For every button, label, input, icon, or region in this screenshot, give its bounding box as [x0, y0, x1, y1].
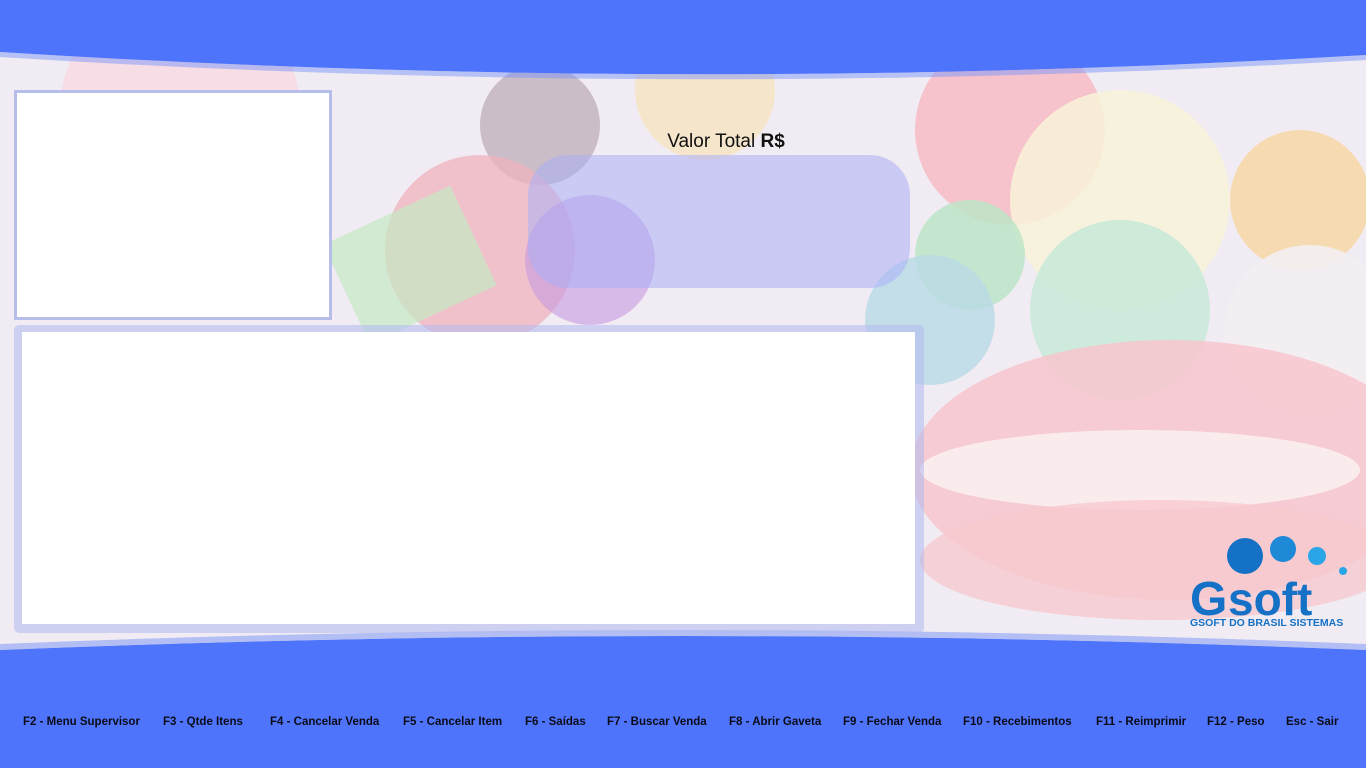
fkey-f3-qtde-itens[interactable]: F3 - Qtde Itens — [163, 716, 243, 728]
fkey-esc-sair[interactable]: Esc - Sair — [1286, 716, 1338, 728]
items-list-frame — [14, 325, 924, 633]
total-value-box — [528, 155, 910, 288]
logo-subtitle: GSOFT DO BRASIL SISTEMAS — [1190, 617, 1344, 629]
fkey-f5-cancelar-item[interactable]: F5 - Cancelar Item — [403, 716, 502, 728]
total-currency: R$ — [760, 131, 785, 152]
items-list[interactable] — [22, 332, 915, 624]
total-label: Valor Total R$ — [528, 131, 924, 153]
fkey-f2-menu-supervisor[interactable]: F2 - Menu Supervisor — [23, 716, 140, 728]
fkey-f7-buscar-venda[interactable]: F7 - Buscar Venda — [607, 716, 707, 728]
header-band — [0, 0, 1366, 80]
function-key-bar: F2 - Menu Supervisor F3 - Qtde Itens F4 … — [0, 716, 1366, 734]
fkey-f10-recebimentos[interactable]: F10 - Recebimentos — [963, 716, 1072, 728]
footer-band — [0, 630, 1366, 768]
fkey-f4-cancelar-venda[interactable]: F4 - Cancelar Venda — [270, 716, 379, 728]
total-label-text: Valor Total — [667, 131, 756, 152]
product-image-panel — [14, 90, 332, 320]
fkey-f8-abrir-gaveta[interactable]: F8 - Abrir Gaveta — [729, 716, 821, 728]
fkey-f6-saidas[interactable]: F6 - Saídas — [525, 716, 586, 728]
fkey-f12-peso[interactable]: F12 - Peso — [1207, 716, 1265, 728]
fkey-f11-reimprimir[interactable]: F11 - Reimprimir — [1096, 716, 1186, 728]
fkey-f9-fechar-venda[interactable]: F9 - Fechar Venda — [843, 716, 941, 728]
